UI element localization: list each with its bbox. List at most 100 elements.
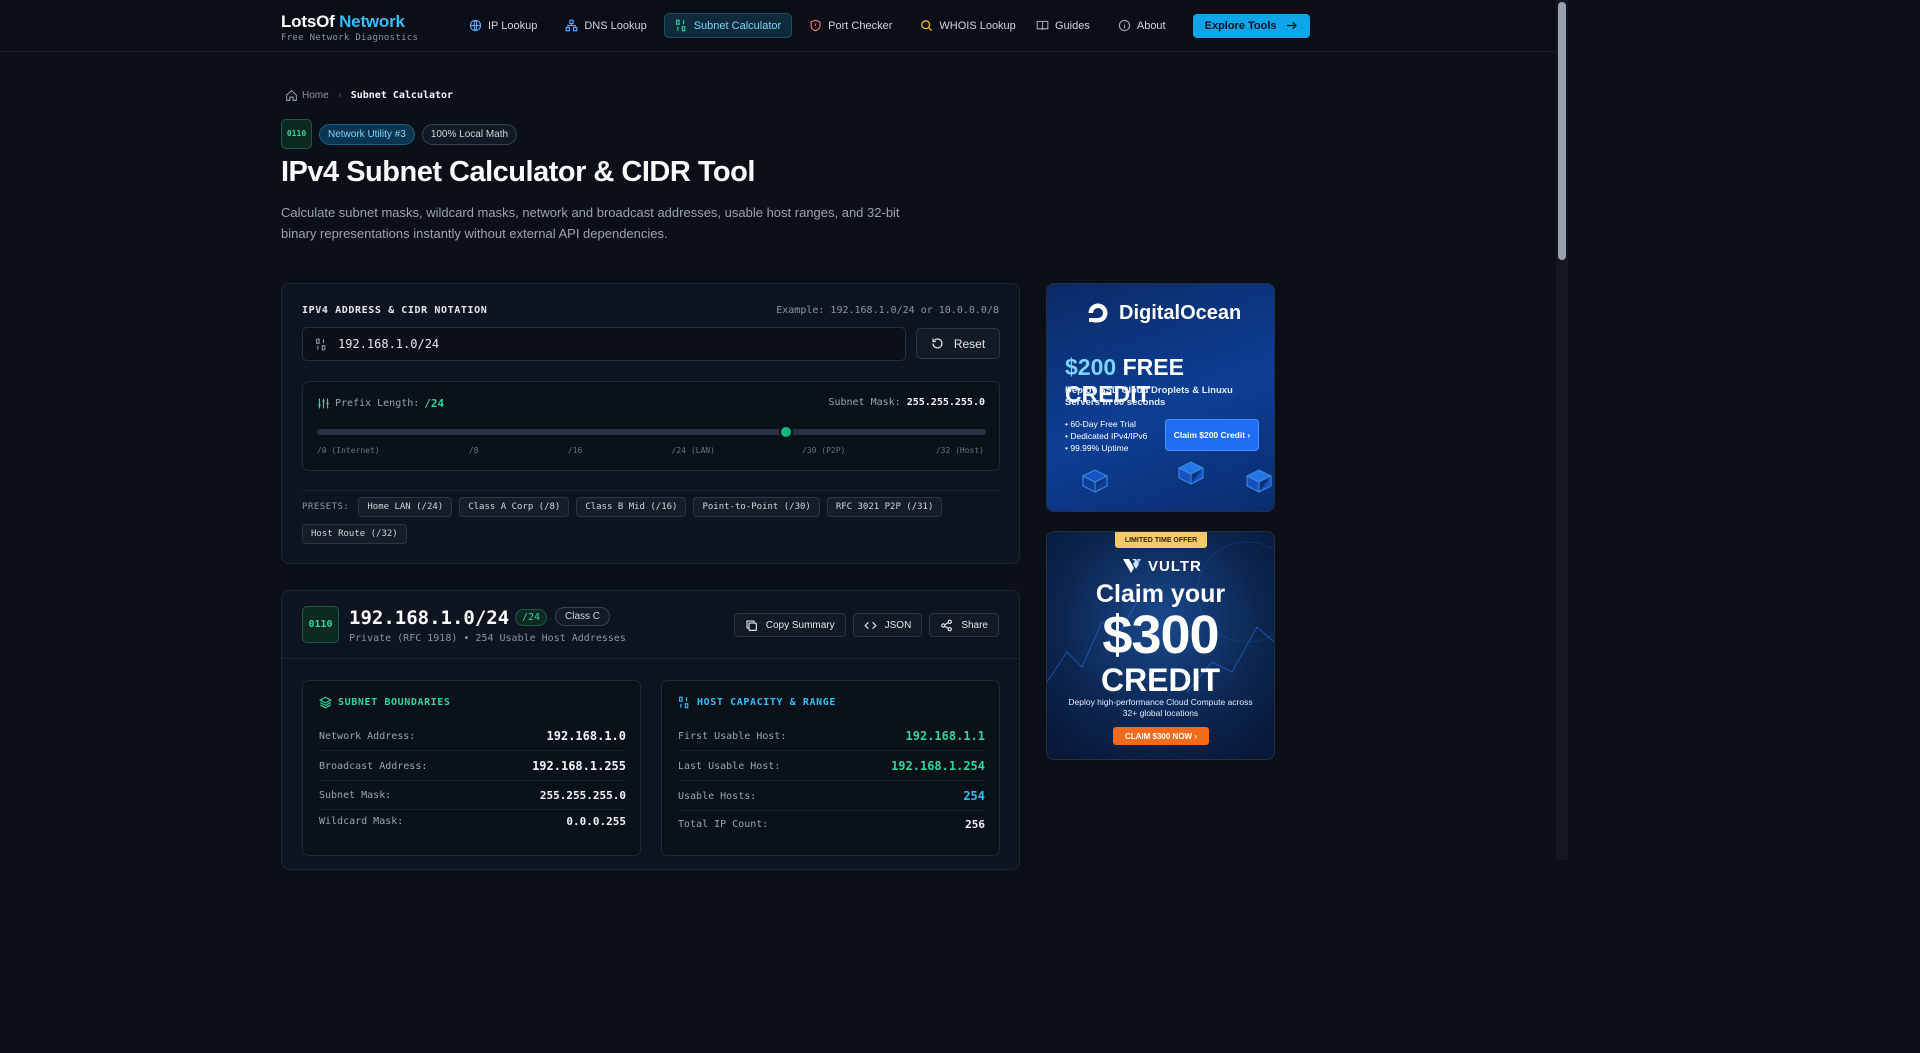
- panel-title: SUBNET BOUNDARIES: [319, 696, 451, 709]
- badge-row: 01 10 Network Utility #3 100% Local Math: [281, 119, 518, 149]
- row-key: Broadcast Address:: [319, 760, 428, 772]
- top-navigation: LotsOf Network Free Network Diagnostics …: [0, 0, 1556, 52]
- row-value: 254: [963, 789, 985, 803]
- last-host-row: Last Usable Host: 192.168.1.254: [678, 752, 985, 781]
- globe-icon: [469, 19, 482, 32]
- prefix-slider[interactable]: [317, 425, 986, 439]
- cidr-input-field[interactable]: [302, 327, 906, 361]
- nav-dns-lookup[interactable]: DNS Lookup: [554, 13, 657, 38]
- host-capacity-panel: HOST CAPACITY & RANGE First Usable Host:…: [661, 680, 1000, 856]
- vultr-logo: VULTR: [1123, 558, 1202, 575]
- row-value: 192.168.1.255: [532, 759, 626, 773]
- slider-tick: /24 (LAN): [671, 446, 715, 455]
- book-icon: [1036, 19, 1049, 32]
- json-label: JSON: [884, 619, 912, 631]
- cta-label: Explore Tools: [1204, 19, 1277, 32]
- nav-ip-lookup[interactable]: IP Lookup: [458, 13, 548, 38]
- cidr-input[interactable]: [338, 337, 858, 351]
- result-header: 01 10 192.168.1.0/24 /24 Class C Private …: [282, 591, 1019, 659]
- row-key: Last Usable Host:: [678, 760, 781, 772]
- total-ip-row: Total IP Count: 256: [678, 810, 985, 839]
- vultr-description: Deploy high-performance Cloud Compute ac…: [1068, 697, 1253, 718]
- mask-value: 255.255.255.0: [906, 397, 985, 408]
- presets-label: PRESETS:: [302, 502, 350, 512]
- share-icon: [940, 619, 953, 632]
- panel-title: HOST CAPACITY & RANGE: [678, 696, 836, 709]
- vultr-amount: $300: [1102, 605, 1219, 665]
- preset-class-a[interactable]: Class A Corp (/8): [459, 497, 570, 517]
- nav-about[interactable]: About: [1107, 13, 1177, 38]
- binary-icon: 01 10: [302, 606, 339, 643]
- vultr-ad[interactable]: LIMITED TIME OFFER VULTR Claim your $300…: [1046, 531, 1275, 760]
- prefix-value: /24: [424, 397, 445, 410]
- prefix-tag: /24: [515, 609, 548, 626]
- share-button[interactable]: Share: [929, 613, 999, 637]
- row-value: 0.0.0.255: [566, 815, 626, 828]
- wildcard-mask-row: Wildcard Mask: 0.0.0.255: [319, 807, 626, 836]
- digitalocean-logo: DigitalOcean: [1085, 300, 1241, 326]
- binary-icon: 01 10: [281, 119, 312, 149]
- utility-badge: Network Utility #3: [319, 123, 415, 145]
- result-card: 01 10 192.168.1.0/24 /24 Class C Private …: [281, 590, 1020, 870]
- scrollbar-thumb[interactable]: [1558, 2, 1566, 260]
- nav-label: Port Checker: [828, 19, 893, 32]
- result-actions: Copy Summary JSON Share: [733, 613, 999, 637]
- prefix-label-text: Prefix Length:: [335, 398, 420, 409]
- binary-bottom: 10: [296, 129, 307, 138]
- preset-class-b[interactable]: Class B Mid (/16): [576, 497, 687, 517]
- json-button[interactable]: JSON: [852, 613, 923, 637]
- subnet-mask-row: Subnet Mask: 255.255.255.0: [319, 781, 626, 810]
- slider-tick: /30 (P2P): [802, 446, 846, 455]
- copy-label: Copy Summary: [765, 619, 835, 631]
- preset-point-to-point[interactable]: Point-to-Point (/30): [693, 497, 820, 517]
- row-value: 192.168.1.1: [905, 729, 985, 743]
- vultr-brand: VULTR: [1148, 558, 1202, 575]
- calculator-card: IPV4 ADDRESS & CIDR NOTATION Example: 19…: [281, 283, 1020, 564]
- nav-label: IP Lookup: [488, 19, 538, 32]
- nav-label: Guides: [1055, 19, 1090, 32]
- prefix-slider-thumb[interactable]: [779, 425, 794, 439]
- vultr-icon: [1123, 558, 1141, 575]
- preset-rfc3021[interactable]: RFC 3021 P2P (/31): [826, 497, 943, 517]
- nav-guides[interactable]: Guides: [1025, 13, 1101, 38]
- page-scrollbar[interactable]: [1556, 0, 1568, 860]
- input-example: Example: 192.168.1.0/24 or 10.0.0.0/8: [776, 305, 999, 316]
- do-feature: • 99.99% Uptime: [1065, 443, 1129, 453]
- claim-200-button[interactable]: Claim $200 Credit ›: [1166, 420, 1258, 450]
- row-value: 192.168.1.254: [891, 759, 985, 773]
- server-cubes-icon: [1081, 461, 1273, 493]
- brand-logo[interactable]: LotsOf Network Free Network Diagnostics: [281, 12, 418, 43]
- do-feature: • Dedicated IPv4/IPv6: [1065, 431, 1148, 441]
- usable-hosts-row: Usable Hosts: 254: [678, 782, 985, 811]
- vultr-credit: CREDIT: [1100, 662, 1221, 698]
- nav-port-checker[interactable]: Port Checker: [798, 13, 903, 38]
- breadcrumb: Home › Subnet Calculator: [285, 89, 453, 102]
- explore-tools-button[interactable]: Explore Tools: [1192, 13, 1310, 38]
- prefix-slider-panel: Prefix Length: /24 Subnet Mask: 255.255.…: [302, 381, 1000, 471]
- do-credit-amount: $200: [1065, 354, 1117, 380]
- nav-label: DNS Lookup: [584, 19, 647, 32]
- preset-home-lan[interactable]: Home LAN (/24): [358, 497, 453, 517]
- shield-icon: [809, 19, 822, 32]
- input-label: IPV4 ADDRESS & CIDR NOTATION: [302, 305, 488, 316]
- page-title: IPv4 Subnet Calculator & CIDR Tool: [281, 156, 755, 188]
- reset-icon: [931, 337, 944, 350]
- chevron-right-icon: ›: [336, 90, 343, 101]
- network-address-row: Network Address: 192.168.1.0: [319, 722, 626, 751]
- brand-title: LotsOf Network: [281, 12, 405, 31]
- claim-300-button[interactable]: CLAIM $300 NOW ›: [1113, 727, 1209, 745]
- binary-top: 01: [308, 619, 321, 630]
- nav-subnet-calculator[interactable]: Subnet Calculator: [663, 13, 793, 38]
- prefix-length: Prefix Length: /24: [317, 397, 444, 410]
- row-key: Subnet Mask:: [319, 789, 392, 801]
- digitalocean-icon: [1085, 300, 1111, 326]
- preset-host-route[interactable]: Host Route (/32): [302, 524, 407, 544]
- nav-whois-lookup[interactable]: WHOIS Lookup: [909, 13, 1026, 38]
- do-features: • 60-Day Free Trial • Dedicated IPv4/IPv…: [1065, 418, 1147, 454]
- breadcrumb-home[interactable]: Home: [285, 89, 329, 102]
- reset-button[interactable]: Reset: [916, 328, 1000, 359]
- copy-summary-button[interactable]: Copy Summary: [733, 613, 846, 637]
- binary-icon: [675, 19, 688, 32]
- digitalocean-ad[interactable]: DigitalOcean $200 FREE CREDIT Deploy SSD…: [1046, 283, 1275, 512]
- binary-bottom: 10: [320, 619, 333, 630]
